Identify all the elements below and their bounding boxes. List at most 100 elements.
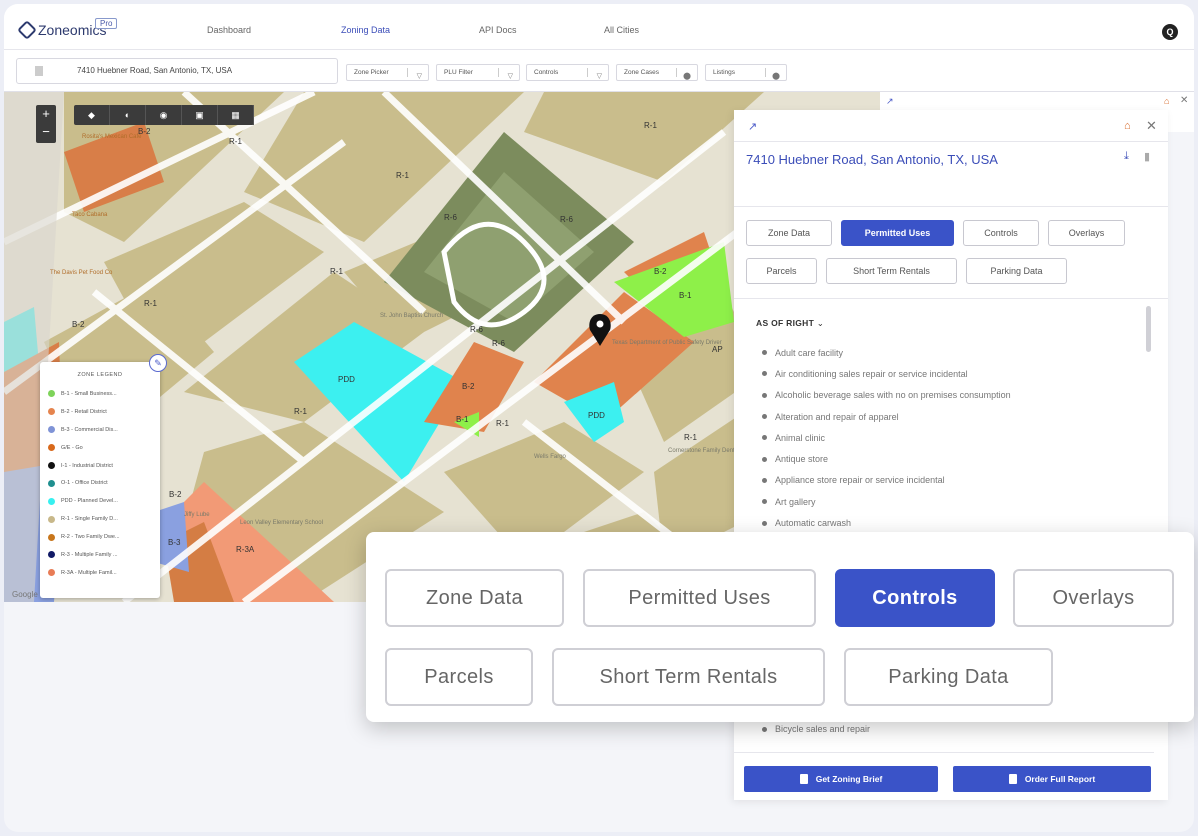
legend-item[interactable]: R-2 - Two Family Dwe... [48, 528, 152, 546]
map-zone-label: B-1 [456, 415, 469, 424]
map-style-icon[interactable]: ◐ [110, 105, 146, 125]
zone-picker-filter[interactable]: Zone Picker ▽ [346, 64, 429, 81]
map-poi-label: Cornerstone Family Dental [668, 448, 739, 454]
map-zone-label: R-1 [144, 299, 157, 308]
legend-label: R-3 - Multiple Family ... [61, 551, 118, 558]
map-poi-label: The Davis Pet Food Co [50, 270, 113, 276]
zoom-out-button[interactable]: − [36, 123, 56, 141]
map-poi-label: Taco Cabana [72, 212, 108, 218]
controls-filter[interactable]: Controls ▽ [526, 64, 609, 81]
map-poi-label: Wells Fargo [534, 454, 567, 460]
tab-parcels[interactable]: Parcels [746, 258, 817, 284]
permitted-uses-list: Adult care facility Air conditioning sale… [762, 342, 1011, 534]
download-icon[interactable]: ⤓ [1124, 150, 1129, 163]
zoomed-tab-permitted-uses[interactable]: Permitted Uses [583, 569, 816, 627]
legend-item[interactable]: I-1 - Industrial District [48, 457, 152, 475]
logo-icon [17, 20, 37, 40]
zoomed-tab-overlays[interactable]: Overlays [1013, 569, 1174, 627]
map-attribution: Google [12, 590, 38, 599]
legend-item[interactable]: R-3A - Multiple Famil... [48, 564, 152, 582]
nav-dashboard[interactable]: Dashboard [207, 25, 251, 35]
tab-zone-data[interactable]: Zone Data [746, 220, 832, 246]
bookmark-icon[interactable]: ▮ [1144, 150, 1150, 163]
as-of-right-toggle[interactable]: AS OF RIGHT ⌄ [756, 318, 824, 329]
map-zone-label: R-6 [492, 339, 505, 348]
bookmark-icon [35, 66, 43, 76]
home-icon[interactable]: ⌂ [1164, 96, 1169, 106]
map-zone-label: R-1 [496, 419, 509, 428]
order-full-report-button[interactable]: Order Full Report [953, 766, 1151, 792]
map-poi-label: Jiffy Lube [184, 512, 210, 518]
plu-filter[interactable]: PLU Filter ▽ [436, 64, 520, 81]
zoomed-tab-parcels[interactable]: Parcels [385, 648, 533, 706]
scrollbar[interactable] [1146, 306, 1151, 352]
map-zone-label: R-6 [444, 213, 457, 222]
legend-item[interactable]: B-3 - Commercial Dis... [48, 421, 152, 439]
legend-item[interactable]: R-1 - Single Family D... [48, 510, 152, 528]
legend-swatch [48, 444, 55, 452]
legend-item[interactable]: B-1 - Small Business... [48, 385, 152, 403]
listings-filter[interactable]: Listings ⬤ [705, 64, 787, 81]
filter-icon: ▽ [416, 73, 422, 80]
external-link-icon[interactable]: ↗ [748, 120, 757, 133]
nav-api-docs[interactable]: API Docs [479, 25, 517, 35]
map-zone-label: PDD [588, 411, 605, 420]
map-zone-label: PDD [338, 375, 355, 384]
zoom-control[interactable]: + − [36, 105, 56, 143]
legend-item[interactable]: B-2 - Retail District [48, 403, 152, 421]
camera-icon[interactable]: ◉ [146, 105, 182, 125]
zoomed-tab-controls[interactable]: Controls [835, 569, 995, 627]
map-poi-label: St. John Baptist Church [380, 313, 443, 319]
zoomed-tab-short-term-rentals[interactable]: Short Term Rentals [552, 648, 825, 706]
list-item: Appliance store repair or service incide… [762, 470, 1011, 491]
edit-legend-icon[interactable]: ✎ [149, 354, 167, 372]
tab-parking-data[interactable]: Parking Data [966, 258, 1067, 284]
close-icon[interactable]: ✕ [1180, 95, 1188, 106]
zone-cases-label: Zone Cases [624, 69, 660, 76]
map-zone-label: R-1 [294, 407, 307, 416]
close-icon[interactable]: ✕ [1146, 118, 1157, 134]
property-address-title: 7410 Huebner Road, San Antonio, TX, USA [746, 152, 998, 167]
legend-item[interactable]: O-1 - Office District [48, 474, 152, 492]
zoom-in-button[interactable]: + [36, 105, 56, 123]
tab-short-term-rentals[interactable]: Short Term Rentals [826, 258, 957, 284]
map-zone-label: B-1 [679, 291, 692, 300]
user-avatar[interactable]: Q [1162, 24, 1178, 40]
legend-swatch [48, 462, 55, 469]
tab-controls[interactable]: Controls [963, 220, 1039, 246]
nav-zoning-data[interactable]: Zoning Data [341, 25, 390, 35]
map-zone-label: R-1 [229, 137, 242, 146]
list-item: Art gallery [762, 491, 1011, 512]
external-link-icon[interactable]: ↗ [886, 96, 894, 107]
legend-swatch [48, 479, 55, 487]
grid-icon[interactable]: ▦ [218, 105, 254, 125]
chevron-down-icon: ⌄ [816, 318, 825, 328]
legend-item[interactable]: PDD - Planned Devel... [48, 492, 152, 510]
map-zone-label: B-2 [462, 382, 475, 391]
legend-swatch [48, 497, 55, 505]
list-item: Alcoholic beverage sales with no on prem… [762, 385, 1011, 406]
section-label: AS OF RIGHT [756, 318, 815, 328]
legend-swatch [48, 515, 55, 523]
nav-all-cities[interactable]: All Cities [604, 25, 639, 35]
filter-icon: ▽ [596, 73, 602, 80]
tab-permitted-uses[interactable]: Permitted Uses [841, 220, 954, 246]
home-icon[interactable]: ⌂ [1124, 120, 1131, 132]
legend-label: R-2 - Two Family Dwe... [61, 534, 120, 541]
get-zoning-brief-button[interactable]: Get Zoning Brief [744, 766, 938, 792]
plu-filter-label: PLU Filter [444, 69, 473, 76]
map-zone-label: R-3A [236, 545, 255, 554]
zone-cases-filter[interactable]: Zone Cases ⬤ [616, 64, 698, 81]
top-bar: Zoneomics Pro Dashboard Zoning Data API … [4, 4, 1194, 50]
address-search-input[interactable]: 7410 Huebner Road, San Antonio, TX, USA [16, 58, 338, 84]
logo[interactable]: Zoneomics Pro [17, 18, 118, 40]
tab-overlays[interactable]: Overlays [1048, 220, 1125, 246]
zoomed-tab-parking-data[interactable]: Parking Data [844, 648, 1053, 706]
zoomed-tab-zone-data[interactable]: Zone Data [385, 569, 564, 627]
legend-item[interactable]: R-3 - Multiple Family ... [48, 546, 152, 564]
legend-item[interactable]: G/E - Go [48, 439, 152, 457]
print-icon[interactable]: ▣ [182, 105, 218, 125]
legend-label: O-1 - Office District [61, 480, 108, 487]
layers-icon[interactable]: ◆ [74, 105, 110, 125]
map-zone-label: AP [712, 345, 723, 354]
